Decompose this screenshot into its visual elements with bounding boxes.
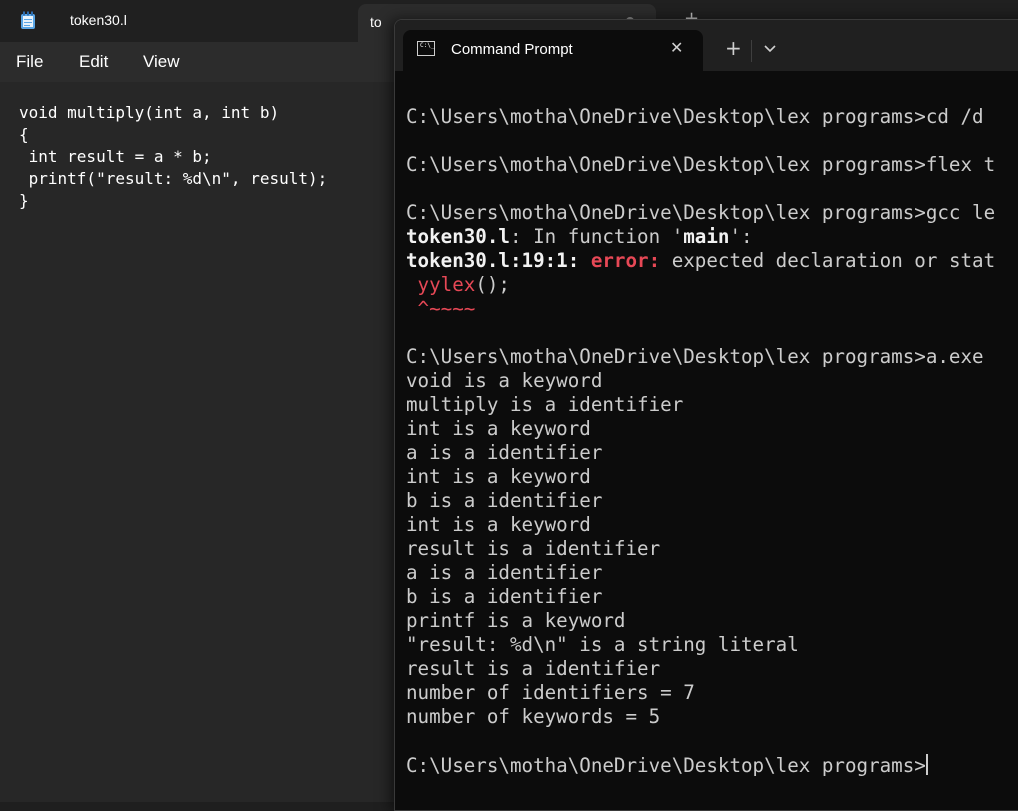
notepad-icon	[21, 11, 35, 29]
terminal-line: C:\Users\motha\OneDrive\Desktop\lex prog…	[406, 345, 996, 368]
error-message-text: expected declaration or stat	[660, 249, 996, 272]
error-location-text: token30.l:19:1:	[406, 249, 580, 272]
output-line: "result: %d\n" is a string literal	[406, 633, 799, 656]
menu-file[interactable]: File	[16, 52, 43, 72]
cmd-tab-title: Command Prompt	[451, 41, 573, 58]
filename-text: token30.l	[406, 225, 510, 248]
text-cursor	[925, 754, 928, 775]
output-line: int is a keyword	[406, 513, 591, 536]
code-line: {	[19, 125, 29, 144]
message-text: : In function '	[509, 225, 684, 248]
output-line: a is a identifier	[406, 561, 603, 584]
output-line: void is a keyword	[406, 369, 603, 392]
terminal-line: C:\Users\motha\OneDrive\Desktop\lex prog…	[406, 105, 996, 128]
function-name-text: main	[683, 225, 730, 248]
output-line: result is a identifier	[406, 537, 661, 560]
cmd-icon: C:\_	[417, 41, 435, 56]
error-caret-line: ^~~~~	[406, 297, 476, 320]
message-text: ':	[729, 225, 753, 248]
close-tab-icon[interactable]: ✕	[670, 38, 683, 57]
code-line: int result = a * b;	[19, 147, 212, 166]
terminal-line: C:\Users\motha\OneDrive\Desktop\lex prog…	[406, 153, 996, 176]
prompt-line[interactable]: C:\Users\motha\OneDrive\Desktop\lex prog…	[406, 754, 928, 777]
output-line: int is a keyword	[406, 465, 591, 488]
output-line: b is a identifier	[406, 585, 603, 608]
prompt-text: C:\Users\motha\OneDrive\Desktop\lex prog…	[406, 754, 926, 777]
output-line: b is a identifier	[406, 489, 603, 512]
output-line: number of keywords = 5	[406, 705, 661, 728]
new-tab-button[interactable]: +	[725, 37, 742, 59]
menu-edit[interactable]: Edit	[79, 52, 108, 72]
code-text: ();	[475, 273, 510, 296]
tab-separator	[751, 40, 752, 62]
notepad-tab-token30[interactable]: token30.l	[0, 0, 356, 42]
menu-view[interactable]: View	[143, 52, 180, 72]
output-line: result is a identifier	[406, 657, 661, 680]
code-line: printf("result: %d\n", result);	[19, 169, 328, 188]
output-line: multiply is a identifier	[406, 393, 684, 416]
output-line: int is a keyword	[406, 417, 591, 440]
error-label: error:	[579, 249, 661, 272]
cmd-icon-glyph: C:\_	[420, 42, 435, 49]
terminal-output[interactable]: C:\Users\motha\OneDrive\Desktop\lex prog…	[395, 71, 1018, 810]
cmd-tab[interactable]: C:\_ Command Prompt ✕	[403, 30, 703, 71]
output-line: printf is a keyword	[406, 609, 626, 632]
error-code-text: yylex	[406, 273, 476, 296]
chevron-down-icon[interactable]	[761, 39, 779, 57]
code-line: }	[19, 191, 29, 210]
cmd-titlebar[interactable]: C:\_ Command Prompt ✕ +	[395, 20, 1018, 71]
output-line: number of identifiers = 7	[406, 681, 695, 704]
terminal-line: C:\Users\motha\OneDrive\Desktop\lex prog…	[406, 201, 996, 224]
notepad-tab-title: token30.l	[70, 12, 127, 28]
command-prompt-window: C:\_ Command Prompt ✕ + C:\Users\motha\O…	[394, 19, 1018, 811]
notepad-tab2-title: to	[370, 14, 382, 30]
terminal-line: token30.l:19:1: error: expected declarat…	[406, 250, 995, 272]
terminal-line: token30.l: In function 'main':	[406, 226, 753, 248]
code-line: void multiply(int a, int b)	[19, 103, 280, 122]
output-line: a is a identifier	[406, 441, 603, 464]
terminal-line: yylex();	[406, 274, 510, 296]
